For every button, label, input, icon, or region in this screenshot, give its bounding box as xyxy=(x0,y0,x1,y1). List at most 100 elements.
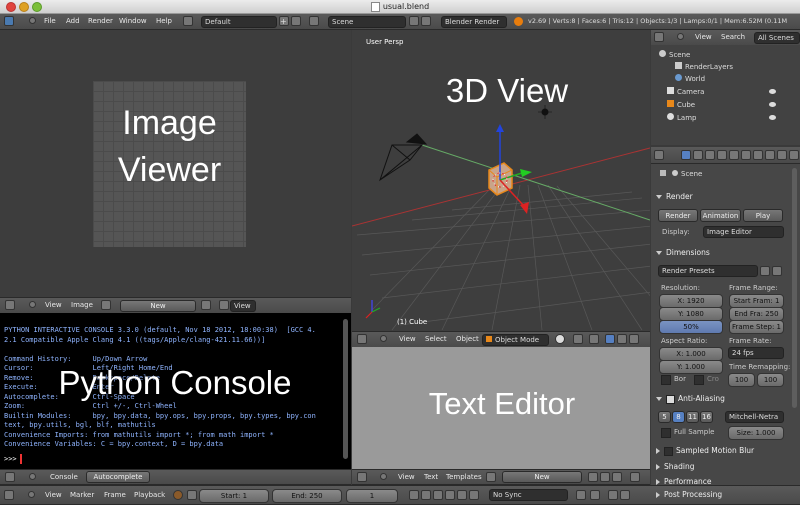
outliner-editor-type-icon[interactable] xyxy=(654,32,664,42)
keying-icon[interactable] xyxy=(576,490,586,500)
timeline-menu-marker[interactable]: Marker xyxy=(70,488,94,502)
line-numbers-icon[interactable] xyxy=(588,472,598,482)
python-console-area[interactable]: PYTHON INTERACTIVE CONSOLE 3.3.0 (defaul… xyxy=(0,313,351,469)
text-menu-view[interactable]: View xyxy=(398,470,415,484)
outliner-item-world[interactable]: World xyxy=(675,73,705,85)
console-scrollbar[interactable] xyxy=(343,319,348,459)
aa-samples-11[interactable]: 11 xyxy=(686,411,699,423)
console-menu-console[interactable]: Console xyxy=(50,470,78,484)
viewport-shading-icon[interactable] xyxy=(555,334,565,344)
translate-icon[interactable] xyxy=(605,334,615,344)
start-frame-field[interactable]: Start Fram: 1 xyxy=(729,294,784,308)
outliner-menu-search[interactable]: Search xyxy=(721,30,745,44)
text-editor-type-icon[interactable] xyxy=(357,472,367,482)
keying-set-icon[interactable] xyxy=(590,490,600,500)
word-wrap-icon[interactable] xyxy=(600,472,610,482)
new-image-button[interactable]: New xyxy=(120,300,196,312)
aspect-y-field[interactable]: Y: 1.000 xyxy=(659,360,723,374)
dimensions-panel-header[interactable]: Dimensions xyxy=(656,246,788,260)
menu-render[interactable]: Render xyxy=(88,14,113,28)
pin-icon[interactable] xyxy=(660,170,666,176)
aa-filter-select[interactable]: Mitchell-Netra xyxy=(725,411,784,423)
text-browse-icon[interactable] xyxy=(486,472,496,482)
syntax-highlight-icon[interactable] xyxy=(612,472,622,482)
jump-next-keyframe-icon[interactable] xyxy=(457,490,467,500)
add-preset-icon[interactable] xyxy=(760,266,770,276)
texture-tab-icon[interactable] xyxy=(789,150,799,160)
outliner-item-scene[interactable]: Scene xyxy=(659,49,690,61)
end-frame-field[interactable]: End: 250 xyxy=(272,489,342,503)
outliner-item-renderlayers[interactable]: RenderLayers xyxy=(675,61,733,73)
outliner-display-select[interactable]: All Scenes xyxy=(754,32,800,44)
full-sample-checkbox[interactable] xyxy=(661,428,671,438)
outliner-menu-view[interactable]: View xyxy=(695,30,712,44)
performance-panel-header[interactable]: Performance xyxy=(656,475,788,489)
frame-step-field[interactable]: Frame Step: 1 xyxy=(729,320,784,334)
run-script-icon[interactable] xyxy=(630,472,640,482)
aa-samples-5[interactable]: 5 xyxy=(658,411,671,423)
image-editor-type-icon[interactable] xyxy=(5,300,15,310)
render-panel-header[interactable]: Render xyxy=(656,190,788,204)
scene-tab-icon[interactable] xyxy=(705,150,715,160)
image-viewer-area[interactable]: Image Viewer xyxy=(0,30,351,297)
text-menu-templates[interactable]: Templates xyxy=(446,470,482,484)
aa-samples-8[interactable]: 8 xyxy=(672,411,685,423)
record-icon[interactable] xyxy=(173,490,183,500)
time-remap-old-field[interactable]: 100 xyxy=(728,373,755,387)
frame-rate-select[interactable]: 24 fps xyxy=(728,347,784,359)
outliner-area[interactable]: Scene RenderLayers World Camera Cube Lam… xyxy=(651,45,800,145)
sampled-motion-blur-panel-header[interactable]: Sampled Motion Blur xyxy=(656,444,788,458)
3d-viewport[interactable]: User Persp 3D View (1) Cube xyxy=(352,30,650,331)
info-editor-type-icon[interactable] xyxy=(4,16,14,26)
play-button[interactable]: Play xyxy=(743,209,783,222)
post-processing-panel-header[interactable]: Post Processing xyxy=(656,489,788,501)
menu-add[interactable]: Add xyxy=(66,14,80,28)
delete-keyframe-icon[interactable] xyxy=(620,490,630,500)
add-layout-icon[interactable]: + xyxy=(279,16,289,26)
scene-icon[interactable] xyxy=(309,16,319,26)
resolution-y-field[interactable]: Y: 1080 xyxy=(659,307,723,321)
image-browse-icon[interactable] xyxy=(101,300,111,310)
screen-layout-field[interactable]: Default xyxy=(201,16,277,28)
render-presets-select[interactable]: Render Presets xyxy=(658,265,758,277)
menu-help[interactable]: Help xyxy=(156,14,172,28)
material-tab-icon[interactable] xyxy=(777,150,787,160)
image-menu-view[interactable]: View xyxy=(45,298,62,312)
pin-icon[interactable] xyxy=(201,300,211,310)
animation-button[interactable]: Animation xyxy=(700,209,741,222)
aspect-x-field[interactable]: X: 1.000 xyxy=(659,347,723,361)
text-editor-area[interactable]: Text Editor xyxy=(352,347,650,469)
anti-aliasing-checkbox[interactable] xyxy=(666,394,675,404)
jump-end-icon[interactable] xyxy=(469,490,479,500)
pivot-point-icon[interactable] xyxy=(573,334,583,344)
shading-panel-header[interactable]: Shading xyxy=(656,460,788,474)
menu-collapse-icon[interactable] xyxy=(29,17,36,24)
jump-prev-keyframe-icon[interactable] xyxy=(421,490,431,500)
render-button[interactable]: Render xyxy=(658,209,698,222)
menu-window[interactable]: Window xyxy=(119,14,147,28)
time-remap-new-field[interactable]: 100 xyxy=(757,373,784,387)
console-editor-type-icon[interactable] xyxy=(5,472,15,482)
scale-icon[interactable] xyxy=(629,334,639,344)
resolution-x-field[interactable]: X: 1920 xyxy=(659,294,723,308)
visibility-eye-icon[interactable] xyxy=(769,115,776,120)
autocomplete-button[interactable]: Autocomplete xyxy=(86,471,150,483)
new-text-button[interactable]: New xyxy=(502,471,582,483)
start-frame-field[interactable]: Start: 1 xyxy=(199,489,269,503)
render-tab-icon[interactable] xyxy=(681,150,691,160)
render-layers-tab-icon[interactable] xyxy=(693,150,703,160)
data-tab-icon[interactable] xyxy=(765,150,775,160)
visibility-eye-icon[interactable] xyxy=(769,89,776,94)
3d-menu-object[interactable]: Object xyxy=(456,332,479,346)
console-prompt[interactable]: >>> xyxy=(4,455,21,465)
menu-collapse-icon[interactable] xyxy=(380,335,387,342)
properties-scrollbar[interactable] xyxy=(792,168,797,408)
scene-field[interactable]: Scene xyxy=(328,16,406,28)
rotate-icon[interactable] xyxy=(617,334,627,344)
menu-file[interactable]: File xyxy=(44,14,56,28)
resolution-percentage-field[interactable]: 50% xyxy=(659,320,723,334)
sync-mode-select[interactable]: No Sync xyxy=(489,489,568,501)
world-tab-icon[interactable] xyxy=(717,150,727,160)
outliner-item-lamp[interactable]: Lamp xyxy=(667,112,696,124)
render-engine-select[interactable]: Blender Render xyxy=(441,16,507,28)
